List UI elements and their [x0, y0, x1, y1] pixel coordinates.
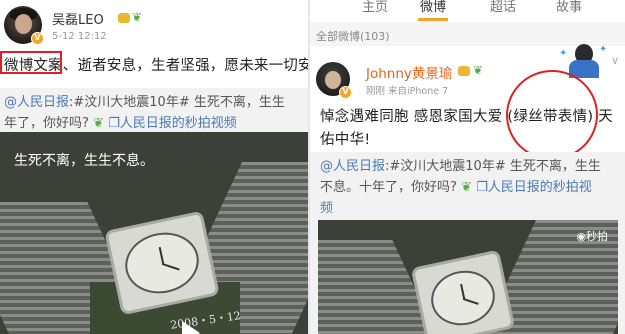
chevron-down-icon[interactable]: ∨: [611, 54, 619, 67]
miaopai-label: ◉秒拍: [576, 230, 608, 243]
play-icon[interactable]: [174, 318, 204, 334]
video-caption: 生死不离，生生不息。: [14, 153, 154, 169]
green-ribbon-icon: ❦: [461, 180, 472, 195]
link-icon: ❐: [108, 116, 120, 131]
left-weibo-post: V 吴磊LEO ❦ 5-12 12:12 微博文案、逝者安息，生者坚强，愿未来一…: [0, 0, 308, 334]
annotation-red-box: [0, 51, 62, 74]
gold-member-icon: [458, 66, 470, 76]
active-tab-indicator: [418, 18, 448, 21]
profile-tabs: 主页 微博 超话 故事: [310, 0, 625, 22]
video-link[interactable]: 人民日报的秒拍视: [488, 180, 592, 195]
video-thumbnail[interactable]: 2008・5・12 生死不离，生生不息。: [0, 132, 308, 334]
shared-text: @人民日报:#汶川大地震10年# 生死不离，生生 不息。十年了，你好吗? ❦ ❐…: [320, 159, 601, 216]
play-circle-icon: ◉: [576, 230, 586, 243]
verified-v-icon: V: [31, 32, 44, 45]
tab-supertopic[interactable]: 超话: [490, 0, 516, 15]
right-weibo-post: 主页 微博 超话 故事 全部微博(103) ✦ ✦ ∨ V Johnny黄景瑜 …: [310, 0, 625, 334]
mention-link[interactable]: @人民日报: [320, 159, 385, 174]
tab-home[interactable]: 主页: [362, 0, 388, 15]
shared-post[interactable]: @人民日报:#汶川大地震10年# 生死不离，生生 年了，你好吗? ❦ ❐人民日报…: [0, 88, 308, 334]
video-thumbnail[interactable]: ◉秒拍: [318, 220, 618, 334]
green-ribbon-icon: ❦: [93, 116, 104, 131]
shared-text: @人民日报:#汶川大地震10年# 生死不离，生生 年了，你好吗? ❦ ❐人民日报…: [4, 95, 285, 131]
tab-story[interactable]: 故事: [556, 0, 582, 15]
verified-v-icon: V: [339, 86, 352, 99]
username[interactable]: 吴磊LEO: [52, 9, 104, 28]
green-ribbon-icon: ❦: [473, 63, 484, 77]
username[interactable]: Johnny黄景瑜: [366, 62, 452, 82]
post-time: 5-12 12:12: [52, 31, 107, 42]
tab-weibo[interactable]: 微博: [420, 0, 446, 15]
mention-link[interactable]: @人民日报: [4, 95, 69, 110]
post-time: 刚刚 来自iPhone 7: [366, 86, 449, 97]
gold-member-icon: [118, 13, 130, 23]
green-ribbon-icon: ❦: [132, 10, 143, 24]
filter-label[interactable]: 全部微博(103): [316, 28, 390, 44]
video-link[interactable]: 人民日报的秒拍视频: [120, 116, 237, 131]
link-icon: ❐: [476, 180, 488, 195]
shared-post[interactable]: @人民日报:#汶川大地震10年# 生死不离，生生 不息。十年了，你好吗? ❦ ❐…: [310, 152, 625, 334]
